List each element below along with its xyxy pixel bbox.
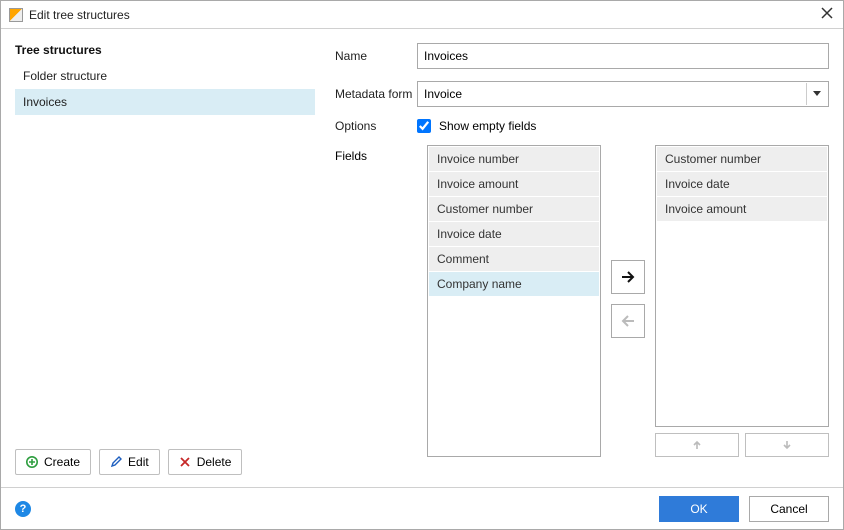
edit-label: Edit: [128, 455, 149, 469]
selected-fields-list[interactable]: Customer numberInvoice dateInvoice amoun…: [655, 145, 829, 427]
pencil-icon: [110, 456, 122, 468]
tree-structures-list[interactable]: Folder structureInvoices: [15, 63, 315, 115]
create-button[interactable]: Create: [15, 449, 91, 475]
arrow-right-icon: [620, 269, 636, 285]
plus-circle-icon: [26, 456, 38, 468]
edit-button[interactable]: Edit: [99, 449, 160, 475]
available-field-item[interactable]: Customer number: [429, 197, 599, 221]
show-empty-label: Show empty fields: [439, 119, 536, 133]
app-icon: [9, 8, 23, 22]
dialog-footer: ? OK Cancel: [1, 487, 843, 529]
show-empty-checkbox-wrap[interactable]: Show empty fields: [417, 119, 536, 133]
chevron-down-icon: [813, 91, 821, 97]
ok-button[interactable]: OK: [659, 496, 739, 522]
show-empty-checkbox[interactable]: [417, 119, 431, 133]
name-input[interactable]: [417, 43, 829, 69]
dropdown-caret: [806, 83, 826, 105]
selected-field-item[interactable]: Invoice date: [657, 172, 827, 196]
dialog-title: Edit tree structures: [29, 8, 819, 22]
tree-item[interactable]: Invoices: [15, 89, 315, 115]
move-left-button[interactable]: [611, 304, 645, 338]
move-right-button[interactable]: [611, 260, 645, 294]
available-field-item[interactable]: Invoice date: [429, 222, 599, 246]
move-down-button[interactable]: [745, 433, 829, 457]
available-field-item[interactable]: Comment: [429, 247, 599, 271]
fields-label: Fields: [335, 145, 417, 163]
x-icon: [179, 456, 191, 468]
available-field-item[interactable]: Company name: [429, 272, 599, 296]
selected-field-item[interactable]: Invoice amount: [657, 197, 827, 221]
tree-item[interactable]: Folder structure: [15, 63, 315, 89]
close-icon: [821, 7, 833, 19]
create-label: Create: [44, 455, 80, 469]
right-panel: Name Metadata form Invoice Options Show …: [335, 43, 829, 475]
metadata-value: Invoice: [424, 87, 462, 101]
arrow-down-icon: [782, 440, 792, 450]
arrow-left-icon: [620, 313, 636, 329]
metadata-select[interactable]: Invoice: [417, 81, 829, 107]
titlebar: Edit tree structures: [1, 1, 843, 29]
arrow-up-icon: [692, 440, 702, 450]
close-button[interactable]: [819, 7, 835, 23]
tree-structures-heading: Tree structures: [15, 43, 315, 57]
name-label: Name: [335, 49, 417, 63]
dialog-window: Edit tree structures Tree structures Fol…: [0, 0, 844, 530]
available-field-item[interactable]: Invoice amount: [429, 172, 599, 196]
options-label: Options: [335, 119, 417, 133]
cancel-button[interactable]: Cancel: [749, 496, 829, 522]
available-fields-list[interactable]: Invoice numberInvoice amountCustomer num…: [427, 145, 601, 457]
available-field-item[interactable]: Invoice number: [429, 147, 599, 171]
help-button[interactable]: ?: [15, 501, 31, 517]
left-panel: Tree structures Folder structureInvoices…: [15, 43, 315, 475]
metadata-label: Metadata form: [335, 87, 417, 101]
move-up-button[interactable]: [655, 433, 739, 457]
selected-field-item[interactable]: Customer number: [657, 147, 827, 171]
delete-label: Delete: [197, 455, 232, 469]
delete-button[interactable]: Delete: [168, 449, 243, 475]
